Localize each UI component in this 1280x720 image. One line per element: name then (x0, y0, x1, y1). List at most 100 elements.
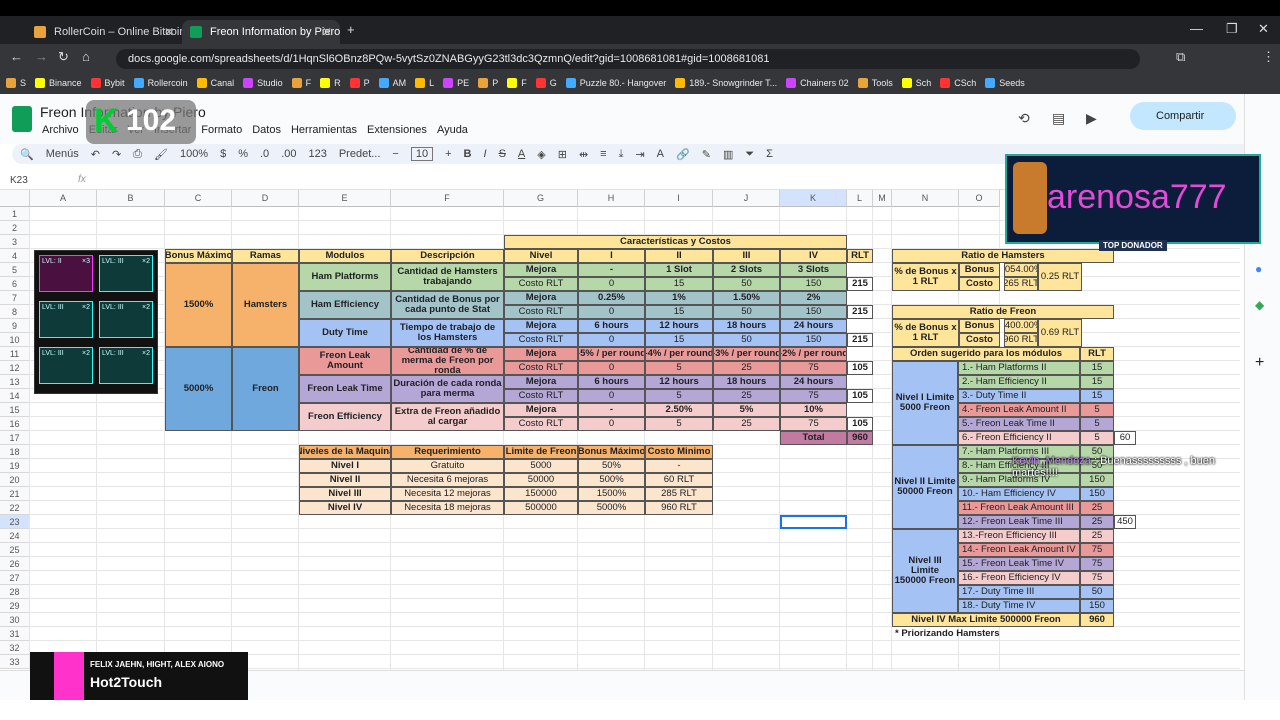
bookmark-item[interactable]: R (320, 78, 341, 88)
row-header[interactable]: 19 (0, 459, 30, 473)
row-header[interactable]: 23 (0, 515, 30, 529)
close-window-icon[interactable]: ✕ (1258, 21, 1269, 37)
print-icon[interactable]: ⎙ (133, 148, 142, 161)
row-header[interactable]: 6 (0, 277, 30, 291)
chart-icon[interactable]: ▥ (723, 148, 733, 161)
row-header[interactable]: 28 (0, 585, 30, 599)
menu-4[interactable]: Formato (201, 124, 242, 136)
borders-icon[interactable]: ⊞ (558, 148, 567, 161)
tab-rollercoin[interactable]: RollerCoin – Online Bitcoin Mini✕ (26, 20, 182, 44)
close-tab-icon[interactable]: ✕ (322, 25, 332, 39)
column-header[interactable]: B (97, 190, 165, 207)
row-header[interactable]: 18 (0, 445, 30, 459)
bookmark-item[interactable]: Seeds (985, 78, 1025, 88)
row-header[interactable]: 30 (0, 613, 30, 627)
bookmark-item[interactable]: PE (443, 78, 469, 88)
currency-format-button[interactable]: $ (220, 148, 226, 160)
add-addon-icon[interactable]: + (1255, 354, 1264, 372)
font-size-minus-button[interactable]: − (392, 148, 398, 160)
close-tab-icon[interactable]: ✕ (164, 25, 174, 39)
minimize-icon[interactable]: — (1190, 21, 1203, 36)
sheets-logo-icon[interactable] (12, 106, 32, 132)
new-tab-icon[interactable]: + (347, 22, 355, 37)
percent-format-button[interactable]: % (238, 148, 248, 160)
text-color-icon[interactable]: A (518, 148, 525, 160)
column-header[interactable]: O (959, 190, 1000, 207)
home-icon[interactable]: ⌂ (82, 49, 90, 64)
contacts-icon[interactable]: ● (1255, 262, 1262, 276)
row-header[interactable]: 26 (0, 557, 30, 571)
menu-7[interactable]: Extensiones (367, 124, 427, 136)
filter-icon[interactable]: ⏷ (745, 148, 754, 161)
font-select[interactable]: Predet... (339, 148, 381, 160)
column-header[interactable]: K (780, 190, 847, 207)
row-header[interactable]: 14 (0, 389, 30, 403)
bookmark-item[interactable]: Chainers 02 (786, 78, 849, 88)
font-size-plus-button[interactable]: + (445, 148, 451, 160)
column-header[interactable]: N (892, 190, 959, 207)
align-icon[interactable]: ≡ (600, 148, 606, 160)
bookmark-item[interactable]: S (6, 78, 26, 88)
selected-cell[interactable] (780, 515, 847, 529)
column-header[interactable]: E (299, 190, 391, 207)
column-header[interactable]: D (232, 190, 299, 207)
row-header[interactable]: 4 (0, 249, 30, 263)
forward-icon[interactable]: → (35, 49, 48, 64)
menu-6[interactable]: Herramientas (291, 124, 357, 136)
bookmark-item[interactable]: Binance (35, 78, 82, 88)
row-header[interactable]: 33 (0, 655, 30, 669)
column-header[interactable]: C (165, 190, 232, 207)
row-header[interactable]: 20 (0, 473, 30, 487)
comment-icon[interactable]: ✎ (702, 148, 711, 161)
font-size-input[interactable]: 10 (410, 147, 434, 161)
row-header[interactable]: 5 (0, 263, 30, 277)
fill-color-icon[interactable]: ◈ (537, 148, 545, 161)
share-button[interactable]: Compartir (1130, 102, 1236, 130)
maps-icon[interactable]: ◆ (1255, 298, 1264, 312)
corner-cell[interactable] (0, 190, 30, 207)
zoom-select[interactable]: 100% (180, 148, 208, 160)
row-header[interactable]: 10 (0, 333, 30, 347)
bold-icon[interactable]: B (464, 148, 472, 160)
bookmark-item[interactable]: G (535, 78, 557, 88)
column-header[interactable]: I (645, 190, 713, 207)
tab-freon-info[interactable]: Freon Information by Piero - Ho✕ (182, 20, 340, 44)
bookmark-item[interactable]: Rollercoin (133, 78, 188, 88)
row-header[interactable]: 29 (0, 599, 30, 613)
browser-menu-icon[interactable]: ⋮ (1262, 49, 1275, 65)
column-header[interactable]: G (504, 190, 578, 207)
bookmark-item[interactable]: AM (378, 78, 406, 88)
row-header[interactable]: 25 (0, 543, 30, 557)
bookmark-item[interactable]: P (478, 78, 498, 88)
search-icon[interactable]: 🔍 (20, 148, 34, 161)
wrap-icon[interactable]: ⇥ (635, 148, 644, 161)
row-header[interactable]: 8 (0, 305, 30, 319)
bookmark-item[interactable]: Tools (857, 78, 893, 88)
italic-icon[interactable]: I (484, 148, 487, 160)
spreadsheet-grid[interactable]: A B C D E F G H I J K L M N O 1 2 3 4 5 6 7 8 9 10 11 12 13 14 15 16 17… (0, 190, 1240, 670)
row-header[interactable]: 12 (0, 361, 30, 375)
url-input[interactable]: docs.google.com/spreadsheets/d/1HqnSl6OB… (116, 49, 1140, 69)
maximize-icon[interactable]: ❐ (1226, 21, 1238, 37)
merge-cells-icon[interactable]: ⇹ (579, 148, 588, 161)
menu-8[interactable]: Ayuda (437, 124, 468, 136)
row-header[interactable]: 16 (0, 417, 30, 431)
column-header[interactable]: A (30, 190, 97, 207)
extensions-icon[interactable]: ⧉ (1176, 49, 1185, 65)
row-header[interactable]: 9 (0, 319, 30, 333)
row-header[interactable]: 13 (0, 375, 30, 389)
valign-icon[interactable]: ⤓ (619, 148, 624, 161)
bookmark-item[interactable]: L (415, 78, 434, 88)
column-header[interactable]: F (391, 190, 504, 207)
history-icon[interactable]: ⟲ (1018, 110, 1030, 127)
bookmark-item[interactable]: Sch (901, 78, 931, 88)
name-box[interactable]: K23 (10, 175, 28, 186)
row-header[interactable]: 21 (0, 487, 30, 501)
row-header[interactable]: 15 (0, 403, 30, 417)
comments-icon[interactable]: ▤ (1052, 110, 1065, 127)
menu-5[interactable]: Datos (252, 124, 281, 136)
row-header[interactable]: 32 (0, 641, 30, 655)
menu-0[interactable]: Archivo (42, 124, 79, 136)
row-header[interactable]: 11 (0, 347, 30, 361)
row-header[interactable]: 2 (0, 221, 30, 235)
